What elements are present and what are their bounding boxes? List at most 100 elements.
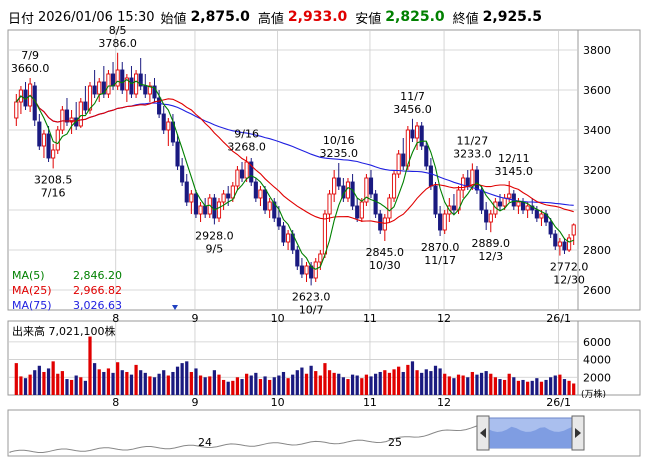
volume-bar xyxy=(452,378,456,395)
annotation-value: 3208.5 xyxy=(34,173,73,186)
volume-bar xyxy=(314,371,318,395)
volume-bar xyxy=(268,379,272,395)
legend-ma25: MA(25) 2,966.82 xyxy=(12,283,122,298)
volume-bar xyxy=(572,383,576,395)
annotation-date: 10/7 xyxy=(299,303,324,316)
candle-body xyxy=(276,217,281,227)
candle-body xyxy=(129,77,134,95)
candle-body xyxy=(180,165,185,183)
price-tick-label: 3000 xyxy=(583,204,611,217)
volume-bar xyxy=(272,377,276,395)
volume-bar xyxy=(327,370,332,395)
volume-bar xyxy=(185,361,189,395)
volume-tick-label: 6000 xyxy=(583,336,611,349)
candle-body xyxy=(175,141,180,167)
candle-body xyxy=(97,81,102,95)
volume-bar xyxy=(175,366,180,395)
volume-bar xyxy=(489,373,493,395)
candle-body xyxy=(60,109,65,131)
volume-bar xyxy=(14,363,18,395)
volume-bar xyxy=(129,374,134,395)
annotation-date: 12/30 xyxy=(553,274,585,287)
candle-body xyxy=(166,121,171,131)
volume-bar xyxy=(378,371,382,395)
candle-body xyxy=(64,109,70,123)
volume-unit-label: (万株) xyxy=(581,388,606,400)
volume-bar xyxy=(318,375,322,395)
candle-body xyxy=(539,213,544,219)
candle-body xyxy=(184,181,189,203)
candle-body xyxy=(216,201,222,219)
candle-body xyxy=(41,133,47,147)
candle-body xyxy=(567,237,572,251)
volume-bar xyxy=(33,370,37,395)
volume-bar xyxy=(198,375,203,395)
candle-body xyxy=(198,205,203,215)
candle-body xyxy=(78,101,83,127)
candle-body xyxy=(281,225,286,243)
volume-bar xyxy=(383,370,387,395)
volume-bar xyxy=(562,379,567,395)
volume-bar xyxy=(208,376,212,395)
candle-body xyxy=(14,101,19,119)
volume-bar xyxy=(539,381,544,395)
annotation-date: 8/5 xyxy=(109,24,127,37)
volume-bar xyxy=(355,375,359,395)
stock-chart-widget: 日付 2026/01/06 15:30 始値 2,875.0 高値 2,933.… xyxy=(0,0,653,470)
volume-title: 出来高 7,021,100株 xyxy=(12,325,116,338)
candle-body xyxy=(295,249,300,267)
volume-bar xyxy=(300,367,304,395)
candle-body xyxy=(474,169,480,191)
volume-bar xyxy=(291,374,295,395)
volume-tick-label: 4000 xyxy=(583,354,611,367)
volume-bar xyxy=(410,361,415,395)
candle-body xyxy=(244,161,249,179)
annotation-date: 10/30 xyxy=(369,259,401,272)
month-tick-label-volume: 11 xyxy=(363,396,377,409)
volume-bar xyxy=(162,370,166,395)
candle-body xyxy=(382,217,387,231)
month-tick-label: 26/1 xyxy=(546,312,571,325)
volume-bar xyxy=(526,381,530,395)
candle-body xyxy=(299,265,304,275)
annotation-value: 3456.0 xyxy=(393,103,432,116)
price-tick-label: 2600 xyxy=(583,284,611,297)
volume-bar xyxy=(502,379,507,395)
price-tick-label: 3600 xyxy=(583,84,611,97)
candle-body xyxy=(557,241,562,247)
candle-body xyxy=(143,85,148,95)
candle-body xyxy=(235,169,240,187)
annotation-value: 3233.0 xyxy=(453,147,492,160)
candle-body xyxy=(507,193,512,199)
candle-body xyxy=(286,233,291,243)
volume-bar xyxy=(231,380,235,395)
volume-bar xyxy=(337,373,341,395)
candle-body xyxy=(46,133,51,159)
volume-bar xyxy=(507,373,511,395)
volume-bar xyxy=(189,371,193,395)
volume-bar xyxy=(166,375,170,395)
volume-bar xyxy=(46,368,51,395)
volume-bar xyxy=(387,372,392,395)
candle-body xyxy=(502,197,507,207)
volume-bar xyxy=(530,380,534,395)
volume-bar xyxy=(116,362,120,395)
candle-body xyxy=(419,125,424,147)
candle-body xyxy=(497,201,503,207)
volume-bar xyxy=(516,380,521,395)
annotation-value: 2870.0 xyxy=(421,241,460,254)
volume-bar xyxy=(83,380,88,395)
candle-body xyxy=(488,213,493,223)
volume-bar xyxy=(23,378,28,395)
month-tick-label-volume: 9 xyxy=(191,396,198,409)
annotation-value: 2889.0 xyxy=(472,237,511,250)
candle-body xyxy=(571,224,576,236)
month-tick-label: 11 xyxy=(363,312,377,325)
annotation-value: 2772.0 xyxy=(550,261,589,274)
candle-body xyxy=(442,213,447,231)
annotation-date: 11/17 xyxy=(424,254,456,267)
price-tick-label: 2800 xyxy=(583,244,611,257)
volume-bar xyxy=(304,373,309,395)
volume-bar xyxy=(479,372,484,395)
volume-bar xyxy=(360,378,364,395)
